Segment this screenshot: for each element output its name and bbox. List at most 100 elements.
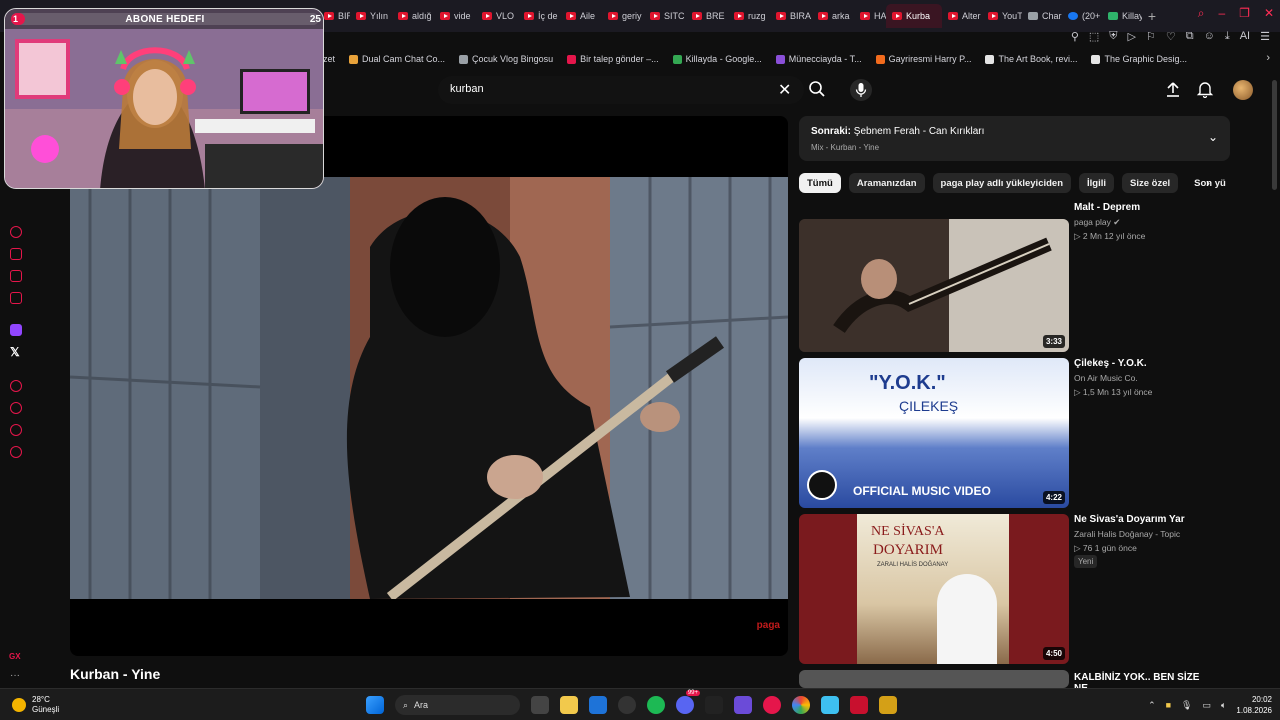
video-thumbnail[interactable]: "Y.O.K." ÇILEKEŞ OFFICIAL MUSIC VIDEO 4:… — [799, 358, 1069, 508]
volume-icon[interactable]: 🔈︎ — [1221, 700, 1226, 711]
video-frame[interactable] — [70, 177, 788, 599]
clock[interactable]: 20:02 1.08.2026 — [1236, 694, 1272, 716]
rec-title[interactable]: Çilekeş - Y.O.K. — [1074, 358, 1214, 369]
search-icon[interactable] — [808, 78, 826, 100]
up-next-panel[interactable]: Sonraki: Şebnem Ferah - Can Kırıkları Mi… — [799, 116, 1230, 161]
filter-chip[interactable]: paga play adlı yükleyiciden — [932, 173, 1072, 193]
rec-title[interactable]: KALBİNİZ YOK.. BEN SİZE NE — [1074, 672, 1214, 688]
weather-widget[interactable]: 28°C Güneşli — [12, 695, 59, 715]
browser-tab[interactable]: SITC — [644, 4, 686, 28]
rec-channel[interactable]: paga play ✔ — [1074, 217, 1120, 228]
video-thumbnail[interactable] — [799, 670, 1069, 688]
bookmarks-more-icon[interactable]: › — [1266, 52, 1270, 64]
video-player[interactable]: paga — [70, 116, 788, 656]
new-tab-button[interactable]: + — [1142, 8, 1162, 24]
bookmark-item[interactable]: Çocuk Vlog Bingosu — [459, 54, 553, 64]
filter-chip[interactable]: Aramanızdan — [848, 173, 925, 193]
browser-tab[interactable]: aldığ — [392, 4, 434, 28]
search-input[interactable]: kurban — [450, 83, 484, 95]
browser-tab[interactable]: VLO — [476, 4, 518, 28]
recommendation-item[interactable]: 3:33 Malt - Deprem paga play ✔ ▷ 2 Mn 12… — [799, 202, 1259, 352]
chevron-up-icon[interactable]: ⌃ — [1148, 700, 1156, 711]
close-window-icon[interactable]: ✕ — [1264, 6, 1274, 21]
network-icon[interactable]: ▭ — [1202, 700, 1211, 711]
video-thumbnail[interactable]: 3:33 — [799, 219, 1069, 352]
pin-icon[interactable]: ⚲ — [1071, 30, 1079, 43]
opera-gx-icon[interactable] — [763, 696, 781, 714]
search-box[interactable]: kurban ✕ — [438, 76, 804, 104]
app-c-icon[interactable] — [705, 696, 723, 714]
browser-tab[interactable]: vide — [434, 4, 476, 28]
clear-search-icon[interactable]: ✕ — [778, 80, 791, 100]
browser-tab[interactable]: Aile — [560, 4, 602, 28]
browser-tab[interactable]: Alter — [942, 4, 982, 28]
outlook-icon[interactable] — [589, 696, 607, 714]
gx-store-icon[interactable] — [10, 248, 22, 260]
account-avatar[interactable] — [1233, 80, 1253, 100]
obs-icon[interactable] — [618, 696, 636, 714]
windows-start-icon[interactable] — [366, 696, 384, 714]
filter-chip[interactable]: İlgili — [1079, 173, 1115, 193]
chevron-down-icon[interactable]: ⌄ — [1208, 130, 1218, 144]
x-twitter-icon[interactable]: 𝕏 — [10, 345, 20, 359]
spotify-icon[interactable] — [647, 696, 665, 714]
discord-icon[interactable]: 99+ — [676, 690, 700, 714]
music-icon[interactable] — [10, 292, 22, 304]
recommendation-item[interactable]: NE SİVAS'A DOYARIM ZARALI HALİS DOĞANAY … — [799, 514, 1259, 664]
profile-icon[interactable]: ☺ — [1204, 30, 1215, 43]
settings-icon[interactable] — [10, 446, 22, 458]
gx-control-icon[interactable] — [10, 226, 22, 238]
bookmark-item[interactable]: Dual Cam Chat Co... — [349, 54, 445, 64]
player-icon[interactable]: ▷ — [1128, 30, 1136, 43]
bookmark-item[interactable]: The Art Book, revi... — [985, 54, 1077, 64]
messenger-icon[interactable] — [10, 270, 22, 282]
heart-icon[interactable]: ♡ — [1166, 30, 1176, 43]
mic-tray-icon[interactable]: 🎙︎ — [1181, 700, 1192, 711]
history-icon[interactable] — [10, 402, 22, 414]
browser-tab[interactable]: Killay — [1102, 4, 1142, 28]
browser-tab[interactable]: İç de — [518, 4, 560, 28]
extensions-icon[interactable]: ⧉ — [1186, 30, 1194, 43]
chrome-icon[interactable] — [792, 696, 810, 714]
browser-tab[interactable]: ruzg — [728, 4, 770, 28]
rec-channel[interactable]: On Air Music Co. — [1074, 373, 1138, 383]
browser-tab[interactable]: geriy — [602, 4, 644, 28]
bookmark-item[interactable]: The Graphic Desig... — [1091, 54, 1187, 64]
maximize-icon[interactable]: ❐ — [1239, 6, 1250, 21]
filter-chip[interactable]: Tümü — [799, 173, 841, 193]
search-tabs-icon[interactable]: ⌕ — [1198, 6, 1205, 21]
rec-title[interactable]: Ne Sivas'a Doyarım Yar — [1074, 514, 1214, 525]
bookmark-item[interactable]: Bir talep gönder –... — [567, 54, 659, 64]
download-icon[interactable]: ⤓ — [1225, 30, 1230, 43]
taskbar-search[interactable]: ⌕ Ara — [395, 695, 520, 715]
app-red-icon[interactable] — [850, 696, 868, 714]
browser-tab[interactable]: HAN — [854, 4, 886, 28]
recommendation-item[interactable]: "Y.O.K." ÇILEKEŞ OFFICIAL MUSIC VIDEO 4:… — [799, 358, 1259, 508]
notepad-icon[interactable] — [821, 696, 839, 714]
file-explorer-icon[interactable] — [560, 696, 578, 714]
bookmark-icon[interactable]: ⚐ — [1146, 30, 1156, 43]
bookmark-item[interactable]: Gayriresmi Harry P... — [875, 54, 971, 64]
notifications-icon[interactable] — [1196, 80, 1214, 98]
upload-icon[interactable] — [1164, 80, 1182, 98]
screenshot-icon[interactable]: ⬚ — [1089, 30, 1099, 43]
browser-tab[interactable]: arka — [812, 4, 854, 28]
folder-tray-icon[interactable]: ■ — [1166, 700, 1171, 710]
browser-tab[interactable]: BIRA — [770, 4, 812, 28]
twitch-icon[interactable] — [10, 324, 22, 336]
task-view-icon[interactable] — [531, 696, 549, 714]
cube-icon[interactable] — [10, 424, 22, 436]
rec-title[interactable]: Malt - Deprem — [1074, 202, 1214, 213]
video-thumbnail[interactable]: NE SİVAS'A DOYARIM ZARALI HALİS DOĞANAY … — [799, 514, 1069, 664]
bookmark-item[interactable]: Münecciayda - T... — [775, 54, 862, 64]
more-icon[interactable]: ··· — [10, 670, 20, 681]
vpn-icon[interactable]: ⛨ — [1109, 30, 1117, 43]
rec-channel[interactable]: Zarali Halis Doğanay - Topic — [1074, 529, 1180, 539]
browser-tab[interactable]: Kurba — [886, 4, 942, 28]
aria-ai-button[interactable]: AI — [1240, 30, 1250, 43]
browser-tab[interactable]: Yılın — [350, 4, 392, 28]
filter-chip[interactable]: Size özel — [1122, 173, 1179, 193]
chevron-right-icon[interactable]: › — [1206, 176, 1210, 190]
page-scrollbar[interactable] — [1272, 80, 1277, 190]
browser-tab[interactable]: BRE — [686, 4, 728, 28]
